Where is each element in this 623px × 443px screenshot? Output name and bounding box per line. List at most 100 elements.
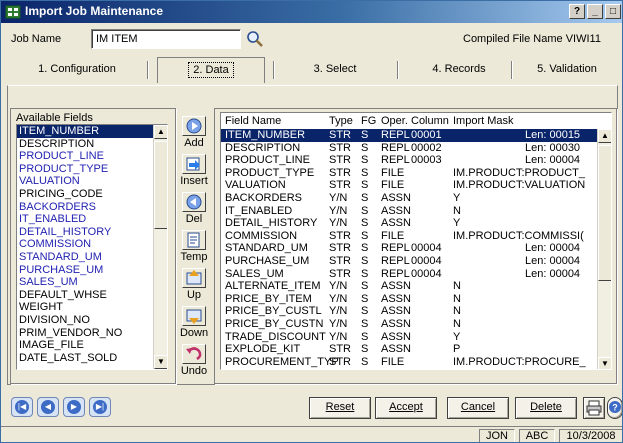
- table-row[interactable]: VALUATION STR S FILE IM.PRODUCT:VALUATION: [221, 179, 599, 192]
- available-field-item[interactable]: PURCHASE_UM: [17, 264, 167, 277]
- cell-import-mask: Y: [453, 192, 461, 204]
- job-name-input[interactable]: IM ITEM: [91, 29, 241, 49]
- cell-import-mask: Len: 00015: [525, 129, 581, 141]
- available-field-item[interactable]: SALES_UM: [17, 276, 167, 289]
- table-row[interactable]: ALTERNATE_ITEM Y/N S ASSN N: [221, 280, 599, 293]
- table-row[interactable]: EXPLODE_KIT STR S ASSN P: [221, 343, 599, 356]
- table-row[interactable]: PURCHASE_UM STR S REPL 00004 Len: 00004: [221, 255, 599, 268]
- table-row[interactable]: ITEM_NUMBER STR S REPL 00001 Len: 00015: [221, 129, 599, 142]
- table-row[interactable]: STANDARD_UM STR S REPL 00004 Len: 00004: [221, 242, 599, 255]
- add-button[interactable]: [182, 116, 206, 136]
- cell-operation: ASSN: [381, 204, 411, 217]
- table-row[interactable]: PRICE_BY_CUSTL Y/N S ASSN N: [221, 305, 599, 318]
- tab-select[interactable]: 3. Select: [281, 57, 389, 83]
- column-header-import-mask[interactable]: Import Mask: [453, 115, 514, 129]
- table-row[interactable]: PRODUCT_LINE STR S REPL 00003 Len: 00004: [221, 154, 599, 167]
- cell-field-name: EXPLODE_KIT: [225, 343, 301, 356]
- table-row[interactable]: PRICE_BY_ITEM Y/N S ASSN N: [221, 293, 599, 306]
- column-header-column[interactable]: Column: [411, 115, 449, 129]
- table-row[interactable]: COMMISSION STR S FILE IM.PRODUCT:COMMISSI(: [221, 230, 599, 243]
- tab-data[interactable]: 2. Data: [157, 57, 265, 83]
- lookup-icon[interactable]: [245, 29, 265, 49]
- scroll-down-icon[interactable]: ▼: [154, 355, 167, 369]
- tab-configuration[interactable]: 1. Configuration: [17, 57, 137, 83]
- tab-validation[interactable]: 5. Validation: [517, 57, 617, 83]
- table-row[interactable]: PRICE_BY_CUSTN Y/N S ASSN N: [221, 318, 599, 331]
- reset-button[interactable]: Reset: [309, 397, 371, 419]
- available-field-item[interactable]: PRIM_VENDOR_NO: [17, 327, 167, 340]
- help-icon[interactable]: ?: [607, 397, 622, 419]
- first-record-icon[interactable]: |◀: [11, 397, 33, 417]
- scroll-thumb[interactable]: [598, 145, 611, 281]
- column-header-field-name[interactable]: Field Name: [225, 115, 281, 129]
- previous-record-icon[interactable]: ◀: [37, 397, 59, 417]
- accept-button[interactable]: Accept: [375, 397, 437, 419]
- cell-import-mask: IM.PRODUCT:PRODUCT_: [453, 166, 586, 179]
- available-field-item[interactable]: BACKORDERS: [17, 201, 167, 214]
- down-button[interactable]: [182, 306, 206, 326]
- column-header-type[interactable]: Type: [329, 115, 353, 129]
- table-row[interactable]: IT_ENABLED Y/N S ASSN N: [221, 205, 599, 218]
- cell-fg: S: [361, 292, 369, 305]
- scroll-down-icon[interactable]: ▼: [598, 357, 611, 369]
- table-row[interactable]: PROCUREMENT_TYP STR S FILE IM.PRODUCT:PROCUR…: [221, 356, 599, 369]
- available-field-item[interactable]: STANDARD_UM: [17, 251, 167, 264]
- mapped-fields-grid[interactable]: Field Name Type FG Oper. Column Import Mask I…: [220, 112, 612, 370]
- cell-field-name: PROCUREMENT_TYP: [225, 355, 339, 368]
- cell-fg: S: [361, 166, 369, 179]
- available-field-item[interactable]: DATE_LAST_SOLD: [17, 352, 167, 365]
- tab-records[interactable]: 4. Records: [405, 57, 513, 83]
- delete-button[interactable]: Delete: [515, 397, 577, 419]
- cell-import-mask: N: [453, 305, 461, 318]
- maximize-icon[interactable]: □: [605, 4, 621, 19]
- available-field-item[interactable]: IMAGE_FILE: [17, 339, 167, 352]
- minimize-icon[interactable]: _: [587, 4, 603, 19]
- available-field-item[interactable]: IT_ENABLED: [17, 213, 167, 226]
- job-name-label: Job Name: [11, 33, 62, 45]
- help-icon[interactable]: ?: [569, 4, 585, 19]
- delete-button[interactable]: [182, 192, 206, 212]
- undo-button[interactable]: [182, 344, 206, 364]
- cell-import-mask: Y: [453, 217, 461, 230]
- available-field-item[interactable]: DIVISION_NO: [17, 314, 167, 327]
- table-row[interactable]: BACKORDERS Y/N S ASSN Y: [221, 192, 599, 205]
- table-row[interactable]: SALES_UM STR S REPL 00004 Len: 00004: [221, 268, 599, 281]
- available-field-item[interactable]: PRICING_CODE: [17, 188, 167, 201]
- column-header-fg[interactable]: FG: [361, 115, 376, 129]
- title-bar[interactable]: Import Job Maintenance ? _ □: [1, 1, 622, 23]
- available-field-item[interactable]: PRODUCT_TYPE: [17, 163, 167, 176]
- table-row[interactable]: DETAIL_HISTORY Y/N S ASSN Y: [221, 217, 599, 230]
- scroll-up-icon[interactable]: ▲: [598, 129, 611, 143]
- available-field-item[interactable]: WEIGHT: [17, 301, 167, 314]
- cell-import-mask: P: [453, 343, 461, 356]
- cell-column: 00004: [411, 242, 442, 255]
- table-row[interactable]: TRADE_DISCOUNT Y/N S ASSN Y: [221, 331, 599, 344]
- job-row: Job Name IM ITEM Compiled File Name VIWI…: [1, 23, 622, 53]
- available-field-item[interactable]: PRODUCT_LINE: [17, 150, 167, 163]
- grid-scrollbar[interactable]: ▲ ▼: [597, 129, 611, 369]
- table-row[interactable]: PRODUCT_TYPE STR S FILE IM.PRODUCT:PRODUCT_: [221, 167, 599, 180]
- available-field-item[interactable]: DESCRIPTION: [17, 138, 167, 151]
- available-field-item[interactable]: COMMISSION: [17, 238, 167, 251]
- available-field-item[interactable]: DETAIL_HISTORY: [17, 226, 167, 239]
- last-record-icon[interactable]: ▶|: [89, 397, 111, 417]
- print-icon[interactable]: [583, 397, 605, 419]
- available-fields-list[interactable]: ITEM_NUMBER DESCRIPTION PRODUCT_LINE PRODUC…: [16, 124, 168, 370]
- tab-label: 5. Validation: [537, 63, 597, 75]
- available-field-item[interactable]: DEFAULT_WHSE: [17, 289, 167, 302]
- column-header-operation[interactable]: Oper.: [381, 115, 408, 129]
- scroll-thumb[interactable]: [154, 141, 167, 229]
- cell-type: STR: [329, 242, 351, 255]
- available-field-item[interactable]: VALUATION: [17, 175, 167, 188]
- table-row[interactable]: DESCRIPTION STR S REPL 00002 Len: 00030: [221, 142, 599, 155]
- available-fields-scrollbar[interactable]: ▲ ▼: [153, 125, 167, 369]
- cell-field-name: SALES_UM: [225, 267, 284, 280]
- temp-button[interactable]: [182, 230, 206, 250]
- cell-operation: ASSN: [381, 192, 411, 204]
- scroll-up-icon[interactable]: ▲: [154, 125, 167, 139]
- up-button[interactable]: [182, 268, 206, 288]
- available-field-item[interactable]: ITEM_NUMBER: [17, 125, 167, 138]
- insert-button[interactable]: [182, 154, 206, 174]
- next-record-icon[interactable]: ▶: [63, 397, 85, 417]
- cancel-button[interactable]: Cancel: [447, 397, 509, 419]
